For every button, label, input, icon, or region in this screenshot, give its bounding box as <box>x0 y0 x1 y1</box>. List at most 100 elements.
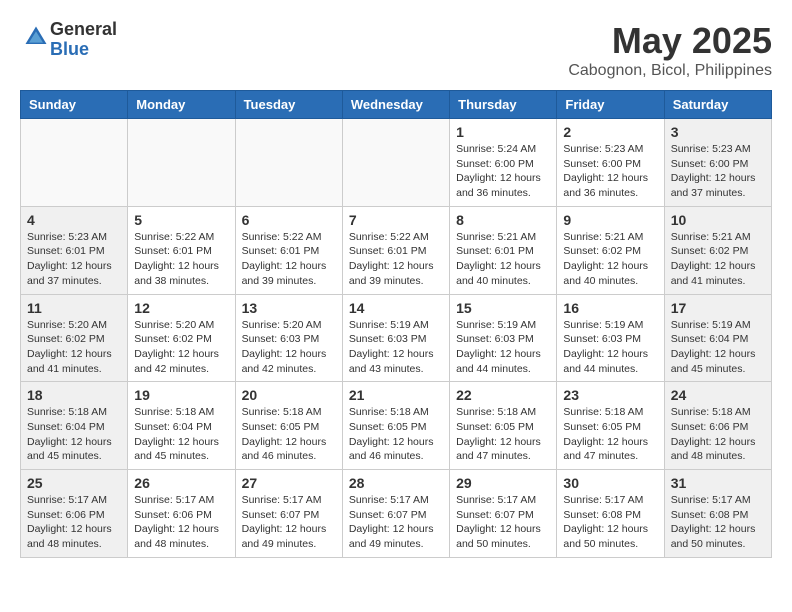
day-number: 12 <box>134 300 228 316</box>
calendar-cell: 6 Sunrise: 5:22 AM Sunset: 6:01 PM Daylig… <box>235 206 342 294</box>
column-header-sunday: Sunday <box>21 91 128 119</box>
day-number: 21 <box>349 387 443 403</box>
logo-icon <box>22 23 50 51</box>
day-info: Sunrise: 5:22 AM Sunset: 6:01 PM Dayligh… <box>349 230 443 289</box>
day-info: Sunrise: 5:23 AM Sunset: 6:00 PM Dayligh… <box>563 142 657 201</box>
day-info: Sunrise: 5:19 AM Sunset: 6:04 PM Dayligh… <box>671 318 765 377</box>
calendar-cell: 17 Sunrise: 5:19 AM Sunset: 6:04 PM Dayli… <box>664 294 771 382</box>
calendar-cell <box>21 119 128 207</box>
calendar-cell <box>128 119 235 207</box>
calendar-cell: 21 Sunrise: 5:18 AM Sunset: 6:05 PM Dayli… <box>342 382 449 470</box>
day-info: Sunrise: 5:24 AM Sunset: 6:00 PM Dayligh… <box>456 142 550 201</box>
day-info: Sunrise: 5:19 AM Sunset: 6:03 PM Dayligh… <box>563 318 657 377</box>
day-number: 22 <box>456 387 550 403</box>
day-number: 19 <box>134 387 228 403</box>
calendar-table: SundayMondayTuesdayWednesdayThursdayFrid… <box>20 90 772 558</box>
column-header-tuesday: Tuesday <box>235 91 342 119</box>
column-header-thursday: Thursday <box>450 91 557 119</box>
page-header: General Blue May 2025 Cabognon, Bicol, P… <box>20 20 772 80</box>
calendar-cell: 1 Sunrise: 5:24 AM Sunset: 6:00 PM Daylig… <box>450 119 557 207</box>
day-info: Sunrise: 5:20 AM Sunset: 6:02 PM Dayligh… <box>134 318 228 377</box>
column-header-friday: Friday <box>557 91 664 119</box>
day-info: Sunrise: 5:17 AM Sunset: 6:07 PM Dayligh… <box>349 493 443 552</box>
calendar-cell: 30 Sunrise: 5:17 AM Sunset: 6:08 PM Dayli… <box>557 470 664 558</box>
day-info: Sunrise: 5:18 AM Sunset: 6:05 PM Dayligh… <box>349 405 443 464</box>
day-info: Sunrise: 5:17 AM Sunset: 6:08 PM Dayligh… <box>671 493 765 552</box>
calendar-cell: 29Sunrise: 5:17 AM Sunset: 6:07 PM Dayli… <box>450 470 557 558</box>
day-number: 18 <box>27 387 121 403</box>
calendar-cell <box>235 119 342 207</box>
calendar-cell: 26 Sunrise: 5:17 AM Sunset: 6:06 PM Dayli… <box>128 470 235 558</box>
calendar-cell: 16 Sunrise: 5:19 AM Sunset: 6:03 PM Dayli… <box>557 294 664 382</box>
calendar-cell: 31 Sunrise: 5:17 AM Sunset: 6:08 PM Dayli… <box>664 470 771 558</box>
calendar-cell: 27Sunrise: 5:17 AM Sunset: 6:07 PM Dayli… <box>235 470 342 558</box>
day-info: Sunrise: 5:18 AM Sunset: 6:04 PM Dayligh… <box>27 405 121 464</box>
day-info: Sunrise: 5:23 AM Sunset: 6:00 PM Dayligh… <box>671 142 765 201</box>
day-info: Sunrise: 5:23 AM Sunset: 6:01 PM Dayligh… <box>27 230 121 289</box>
calendar-week-1: 1 Sunrise: 5:24 AM Sunset: 6:00 PM Daylig… <box>21 119 772 207</box>
day-number: 1 <box>456 124 550 140</box>
calendar-cell: 3 Sunrise: 5:23 AM Sunset: 6:00 PM Daylig… <box>664 119 771 207</box>
calendar-cell: 18 Sunrise: 5:18 AM Sunset: 6:04 PM Dayli… <box>21 382 128 470</box>
day-number: 20 <box>242 387 336 403</box>
day-number: 26 <box>134 475 228 491</box>
column-header-monday: Monday <box>128 91 235 119</box>
day-number: 2 <box>563 124 657 140</box>
day-info: Sunrise: 5:19 AM Sunset: 6:03 PM Dayligh… <box>456 318 550 377</box>
day-info: Sunrise: 5:17 AM Sunset: 6:08 PM Dayligh… <box>563 493 657 552</box>
day-number: 6 <box>242 212 336 228</box>
day-number: 7 <box>349 212 443 228</box>
calendar-week-2: 4 Sunrise: 5:23 AM Sunset: 6:01 PM Daylig… <box>21 206 772 294</box>
calendar-cell: 15 Sunrise: 5:19 AM Sunset: 6:03 PM Dayli… <box>450 294 557 382</box>
calendar-cell: 9 Sunrise: 5:21 AM Sunset: 6:02 PM Daylig… <box>557 206 664 294</box>
calendar-week-3: 11 Sunrise: 5:20 AM Sunset: 6:02 PM Dayli… <box>21 294 772 382</box>
day-number: 25 <box>27 475 121 491</box>
day-info: Sunrise: 5:20 AM Sunset: 6:03 PM Dayligh… <box>242 318 336 377</box>
day-info: Sunrise: 5:22 AM Sunset: 6:01 PM Dayligh… <box>134 230 228 289</box>
calendar-week-4: 18 Sunrise: 5:18 AM Sunset: 6:04 PM Dayli… <box>21 382 772 470</box>
calendar-cell: 13Sunrise: 5:20 AM Sunset: 6:03 PM Dayli… <box>235 294 342 382</box>
calendar-cell: 24Sunrise: 5:18 AM Sunset: 6:06 PM Dayli… <box>664 382 771 470</box>
calendar-cell: 12 Sunrise: 5:20 AM Sunset: 6:02 PM Dayli… <box>128 294 235 382</box>
day-info: Sunrise: 5:21 AM Sunset: 6:01 PM Dayligh… <box>456 230 550 289</box>
day-info: Sunrise: 5:17 AM Sunset: 6:06 PM Dayligh… <box>27 493 121 552</box>
day-info: Sunrise: 5:18 AM Sunset: 6:05 PM Dayligh… <box>242 405 336 464</box>
day-info: Sunrise: 5:18 AM Sunset: 6:04 PM Dayligh… <box>134 405 228 464</box>
day-number: 3 <box>671 124 765 140</box>
calendar-cell: 14Sunrise: 5:19 AM Sunset: 6:03 PM Dayli… <box>342 294 449 382</box>
calendar-cell: 10Sunrise: 5:21 AM Sunset: 6:02 PM Dayli… <box>664 206 771 294</box>
calendar-header-row: SundayMondayTuesdayWednesdayThursdayFrid… <box>21 91 772 119</box>
location-text: Cabognon, Bicol, Philippines <box>568 62 772 80</box>
day-number: 17 <box>671 300 765 316</box>
calendar-cell: 22 Sunrise: 5:18 AM Sunset: 6:05 PM Dayli… <box>450 382 557 470</box>
day-info: Sunrise: 5:21 AM Sunset: 6:02 PM Dayligh… <box>563 230 657 289</box>
day-info: Sunrise: 5:17 AM Sunset: 6:07 PM Dayligh… <box>242 493 336 552</box>
calendar-cell: 2 Sunrise: 5:23 AM Sunset: 6:00 PM Daylig… <box>557 119 664 207</box>
day-number: 14 <box>349 300 443 316</box>
day-info: Sunrise: 5:18 AM Sunset: 6:05 PM Dayligh… <box>456 405 550 464</box>
day-number: 5 <box>134 212 228 228</box>
calendar-cell: 8 Sunrise: 5:21 AM Sunset: 6:01 PM Daylig… <box>450 206 557 294</box>
day-info: Sunrise: 5:21 AM Sunset: 6:02 PM Dayligh… <box>671 230 765 289</box>
day-number: 4 <box>27 212 121 228</box>
day-info: Sunrise: 5:22 AM Sunset: 6:01 PM Dayligh… <box>242 230 336 289</box>
day-number: 16 <box>563 300 657 316</box>
day-number: 11 <box>27 300 121 316</box>
month-title: May 2025 <box>568 20 772 62</box>
day-number: 31 <box>671 475 765 491</box>
column-header-saturday: Saturday <box>664 91 771 119</box>
day-number: 9 <box>563 212 657 228</box>
calendar-cell: 23 Sunrise: 5:18 AM Sunset: 6:05 PM Dayli… <box>557 382 664 470</box>
calendar-cell <box>342 119 449 207</box>
day-info: Sunrise: 5:18 AM Sunset: 6:06 PM Dayligh… <box>671 405 765 464</box>
day-number: 8 <box>456 212 550 228</box>
calendar-cell: 20 Sunrise: 5:18 AM Sunset: 6:05 PM Dayli… <box>235 382 342 470</box>
day-number: 30 <box>563 475 657 491</box>
calendar-cell: 11Sunrise: 5:20 AM Sunset: 6:02 PM Dayli… <box>21 294 128 382</box>
day-number: 29 <box>456 475 550 491</box>
title-block: May 2025 Cabognon, Bicol, Philippines <box>568 20 772 80</box>
day-number: 15 <box>456 300 550 316</box>
day-number: 23 <box>563 387 657 403</box>
day-info: Sunrise: 5:17 AM Sunset: 6:06 PM Dayligh… <box>134 493 228 552</box>
day-info: Sunrise: 5:18 AM Sunset: 6:05 PM Dayligh… <box>563 405 657 464</box>
